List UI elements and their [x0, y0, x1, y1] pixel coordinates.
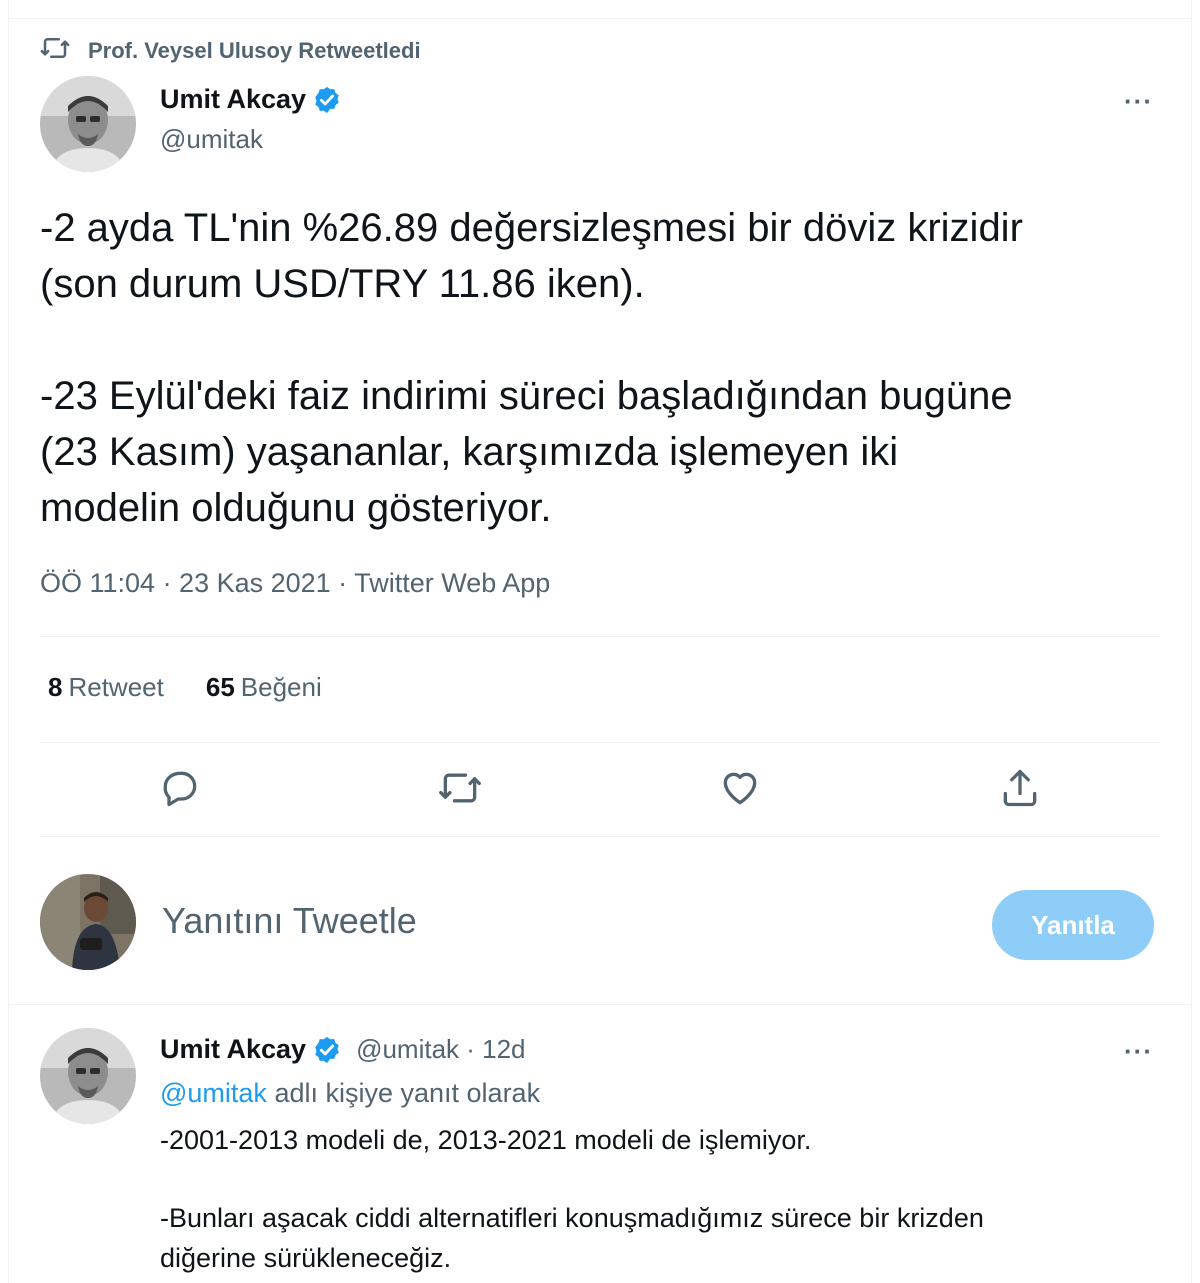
share-button[interactable] — [998, 766, 1042, 810]
reply-input[interactable]: Yanıtını Tweetle — [162, 900, 417, 942]
user-avatar[interactable] — [40, 874, 136, 970]
like-stat-label: Beğeni — [240, 672, 322, 702]
heart-icon — [723, 772, 757, 805]
retweet-icon — [40, 33, 70, 69]
reply-tweet-text: -2001-2013 modeli de, 2013-2021 modeli d… — [160, 1120, 1160, 1278]
tweet-text-line: modelin olduğunu gösteriyor. — [40, 486, 552, 530]
share-icon — [1003, 769, 1037, 807]
reply-author-avatar[interactable] — [40, 1028, 136, 1124]
engagement-stats: 8 Retweet 65 Beğeni — [48, 672, 322, 703]
tweet-text-line: -23 Eylül'deki faiz indirimi süreci başl… — [40, 374, 1013, 418]
divider — [40, 836, 1160, 837]
replying-to: @umitak adlı kişiye yanıt olarak — [160, 1078, 540, 1109]
retweet-icon — [439, 773, 481, 803]
like-button[interactable] — [718, 766, 762, 810]
reply-author-row: Umit Akcay @umitak · 12d — [160, 1034, 526, 1065]
author-name[interactable]: Umit Akcay — [160, 84, 306, 115]
author-row: Umit Akcay — [160, 84, 342, 115]
divider — [40, 636, 1160, 637]
like-count: 65 — [205, 672, 235, 702]
top-divider — [8, 18, 1192, 19]
like-stat[interactable]: 65 Beğeni — [206, 672, 322, 703]
retweet-context: Prof. Veysel Ulusoy Retweetledi — [40, 36, 421, 66]
tweet-timestamp[interactable]: ÖÖ 11:04 · 23 Kas 2021 · Twitter Web App — [40, 568, 550, 599]
reply-author-name[interactable]: Umit Akcay — [160, 1034, 306, 1065]
retweet-stat[interactable]: 8 Retweet — [48, 672, 164, 703]
tweet-text-line: (son durum USD/TRY 11.86 iken). — [40, 262, 645, 306]
divider — [40, 742, 1160, 743]
reply-handle-time[interactable]: @umitak · 12d — [356, 1034, 525, 1065]
retweet-stat-label: Retweet — [68, 672, 164, 702]
retweet-count: 8 — [48, 672, 63, 702]
reply-icon — [163, 771, 197, 807]
retweet-button[interactable] — [438, 766, 482, 810]
section-divider — [8, 1004, 1192, 1005]
author-avatar[interactable] — [40, 76, 136, 172]
reply-more-options-button[interactable]: ··· — [1124, 1036, 1153, 1067]
tweet-text-line: -2 ayda TL'nin %26.89 değersizleşmesi bi… — [40, 206, 1023, 250]
reply-text-line: diğerine sürükleneceğiz. — [160, 1243, 452, 1273]
retweet-context-label[interactable]: Prof. Veysel Ulusoy Retweetledi — [88, 38, 421, 64]
verified-badge-icon — [312, 1035, 342, 1065]
reply-mention-link[interactable]: @umitak — [160, 1078, 267, 1108]
verified-badge-icon — [312, 85, 342, 115]
tweet-text-line: (23 Kasım) yaşananlar, karşımızda işleme… — [40, 430, 899, 474]
replying-to-label: adlı kişiye yanıt olarak — [274, 1078, 541, 1108]
reply-text-line: -Bunları aşacak ciddi alternatifleri kon… — [160, 1203, 984, 1233]
reply-submit-button[interactable]: Yanıtla — [992, 890, 1154, 960]
reply-button[interactable] — [158, 766, 202, 810]
author-handle[interactable]: @umitak — [160, 124, 263, 155]
more-options-button[interactable]: ··· — [1124, 86, 1153, 117]
tweet-text: -2 ayda TL'nin %26.89 değersizleşmesi bi… — [40, 200, 1170, 536]
action-bar — [0, 766, 1200, 814]
reply-text-line: -2001-2013 modeli de, 2013-2021 modeli d… — [160, 1125, 812, 1155]
